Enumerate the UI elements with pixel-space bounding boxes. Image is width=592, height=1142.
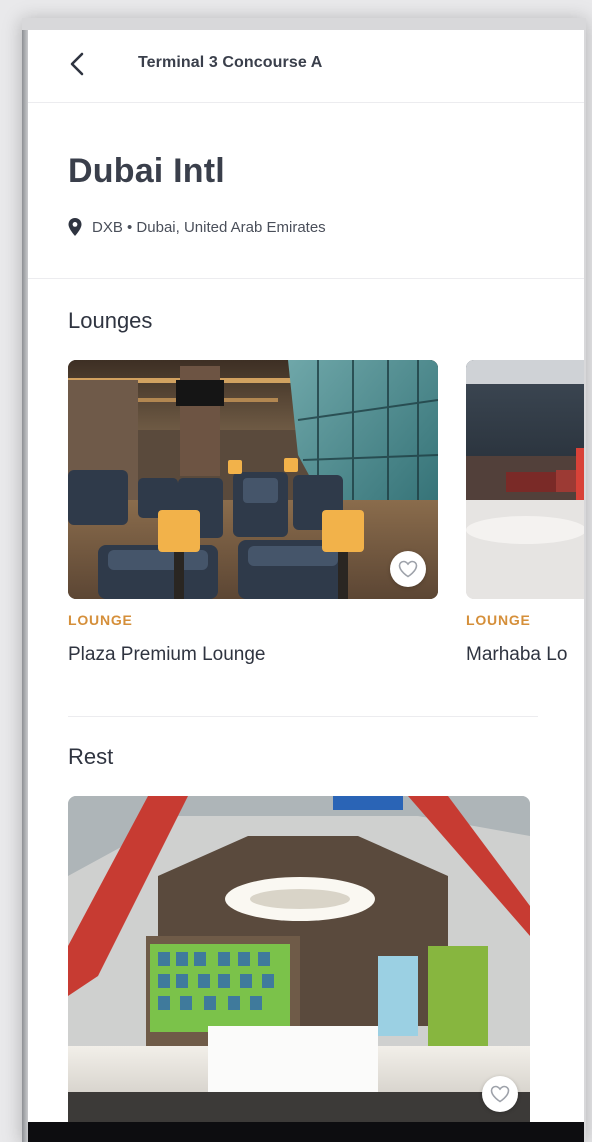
lounge-card-tag: LOUNGE: [466, 612, 531, 628]
lounge-card-name[interactable]: Marhaba Lounge: [466, 644, 568, 666]
map-pin-icon: [68, 218, 82, 236]
app-screen: Terminal 3 Concourse A Dubai Intl DXB • …: [28, 30, 584, 1142]
rest-card[interactable]: [68, 796, 530, 1122]
favorite-button[interactable]: [390, 551, 426, 587]
airport-divider: [28, 278, 584, 279]
lounge-card-tag: LOUNGE: [68, 612, 133, 628]
rest-section-title: Rest: [68, 744, 114, 769]
header-divider: [28, 102, 584, 103]
page-title: Terminal 3 Concourse A: [138, 54, 323, 71]
chevron-left-icon: [70, 52, 84, 76]
lounge-card-marhaba[interactable]: [466, 360, 584, 599]
airport-name: Dubai Intl: [68, 152, 225, 190]
lounge-card-plaza-premium[interactable]: [68, 360, 438, 599]
heart-outline-icon: [398, 560, 418, 578]
lounge-photo: [466, 360, 584, 599]
favorite-button[interactable]: [482, 1076, 518, 1112]
lounges-section-title: Lounges: [68, 308, 153, 333]
heart-outline-icon: [490, 1085, 510, 1103]
lounge-card-name[interactable]: Plaza Premium Lounge: [68, 644, 266, 666]
airport-location-text: DXB • Dubai, United Arab Emirates: [92, 218, 326, 236]
back-button[interactable]: [64, 50, 92, 78]
lounge-card-name-clip: Marhaba Lounge: [466, 644, 568, 670]
lounges-divider: [68, 716, 538, 717]
airport-location: DXB • Dubai, United Arab Emirates: [68, 218, 326, 236]
lounge-photo: [68, 360, 438, 599]
top-header: Terminal 3 Concourse A: [28, 30, 584, 102]
bottom-bar: [28, 1122, 584, 1142]
rest-photo: [68, 796, 530, 1122]
